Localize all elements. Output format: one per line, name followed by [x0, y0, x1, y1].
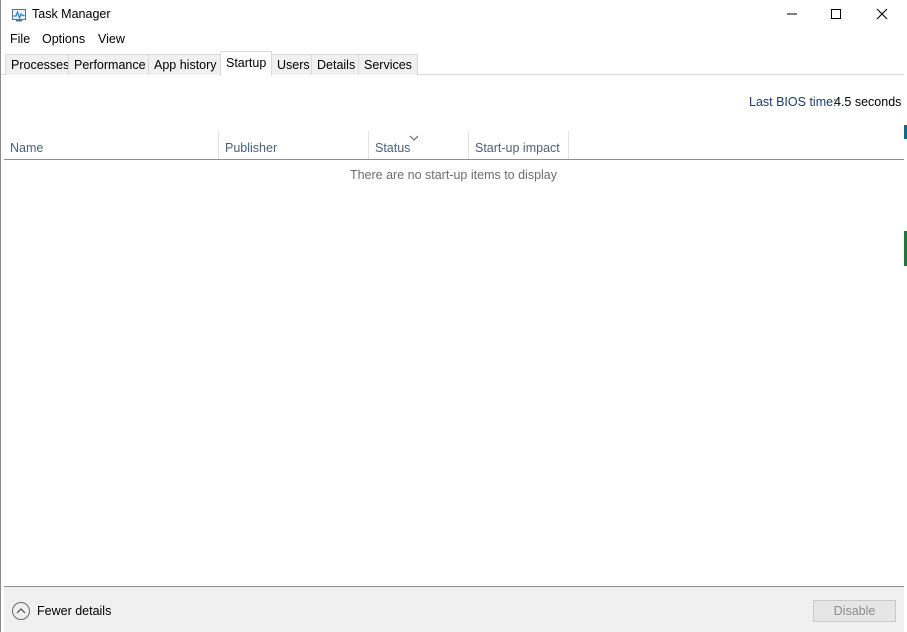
column-header-label: Start-up impact: [475, 141, 560, 155]
column-header-label: Status: [375, 141, 411, 155]
tab-processes[interactable]: Processes: [5, 54, 76, 75]
column-header-row: Name Publisher Status Start-up impact: [4, 131, 906, 160]
chevron-up-circle-icon[interactable]: [11, 601, 31, 621]
bios-time-label: Last BIOS time:: [749, 95, 837, 109]
bios-time-value: 4.5 seconds: [834, 95, 902, 109]
minimize-icon: [786, 8, 798, 23]
task-manager-icon: [11, 7, 27, 23]
tab-startup[interactable]: Startup: [220, 51, 273, 76]
close-button[interactable]: [859, 0, 905, 30]
disable-button[interactable]: Disable: [813, 600, 896, 622]
column-header-publisher[interactable]: Publisher: [219, 131, 369, 159]
column-header-name[interactable]: Name: [4, 131, 219, 159]
sort-descending-icon: [409, 131, 419, 155]
task-manager-window: Task Manager File Options View Processes…: [0, 0, 907, 632]
tab-performance[interactable]: Performance: [68, 54, 152, 75]
tab-app-history[interactable]: App history: [148, 54, 223, 75]
fewer-details-link[interactable]: Fewer details: [37, 604, 111, 618]
tab-bar: Processes Performance App history Startu…: [1, 50, 906, 76]
title-bar[interactable]: Task Manager: [1, 0, 906, 30]
maximize-button[interactable]: [813, 0, 859, 30]
column-header-status[interactable]: Status: [369, 131, 469, 159]
tab-services[interactable]: Services: [358, 54, 418, 75]
tab-users[interactable]: Users: [271, 54, 316, 75]
maximize-icon: [830, 8, 842, 23]
menu-file[interactable]: File: [9, 32, 31, 46]
column-header-label: Name: [10, 141, 44, 155]
menu-options[interactable]: Options: [41, 32, 86, 46]
column-header-label: Publisher: [225, 141, 278, 155]
menu-bar: File Options View: [1, 30, 906, 50]
empty-list-message: There are no start-up items to display: [349, 168, 558, 182]
window-title: Task Manager: [32, 7, 111, 21]
footer-bar: Fewer details Disable: [4, 586, 906, 632]
close-icon: [876, 8, 888, 23]
column-header-startup-impact[interactable]: Start-up impact: [469, 131, 569, 159]
tab-details[interactable]: Details: [311, 54, 362, 75]
menu-view[interactable]: View: [97, 32, 126, 46]
minimize-button[interactable]: [769, 0, 815, 30]
